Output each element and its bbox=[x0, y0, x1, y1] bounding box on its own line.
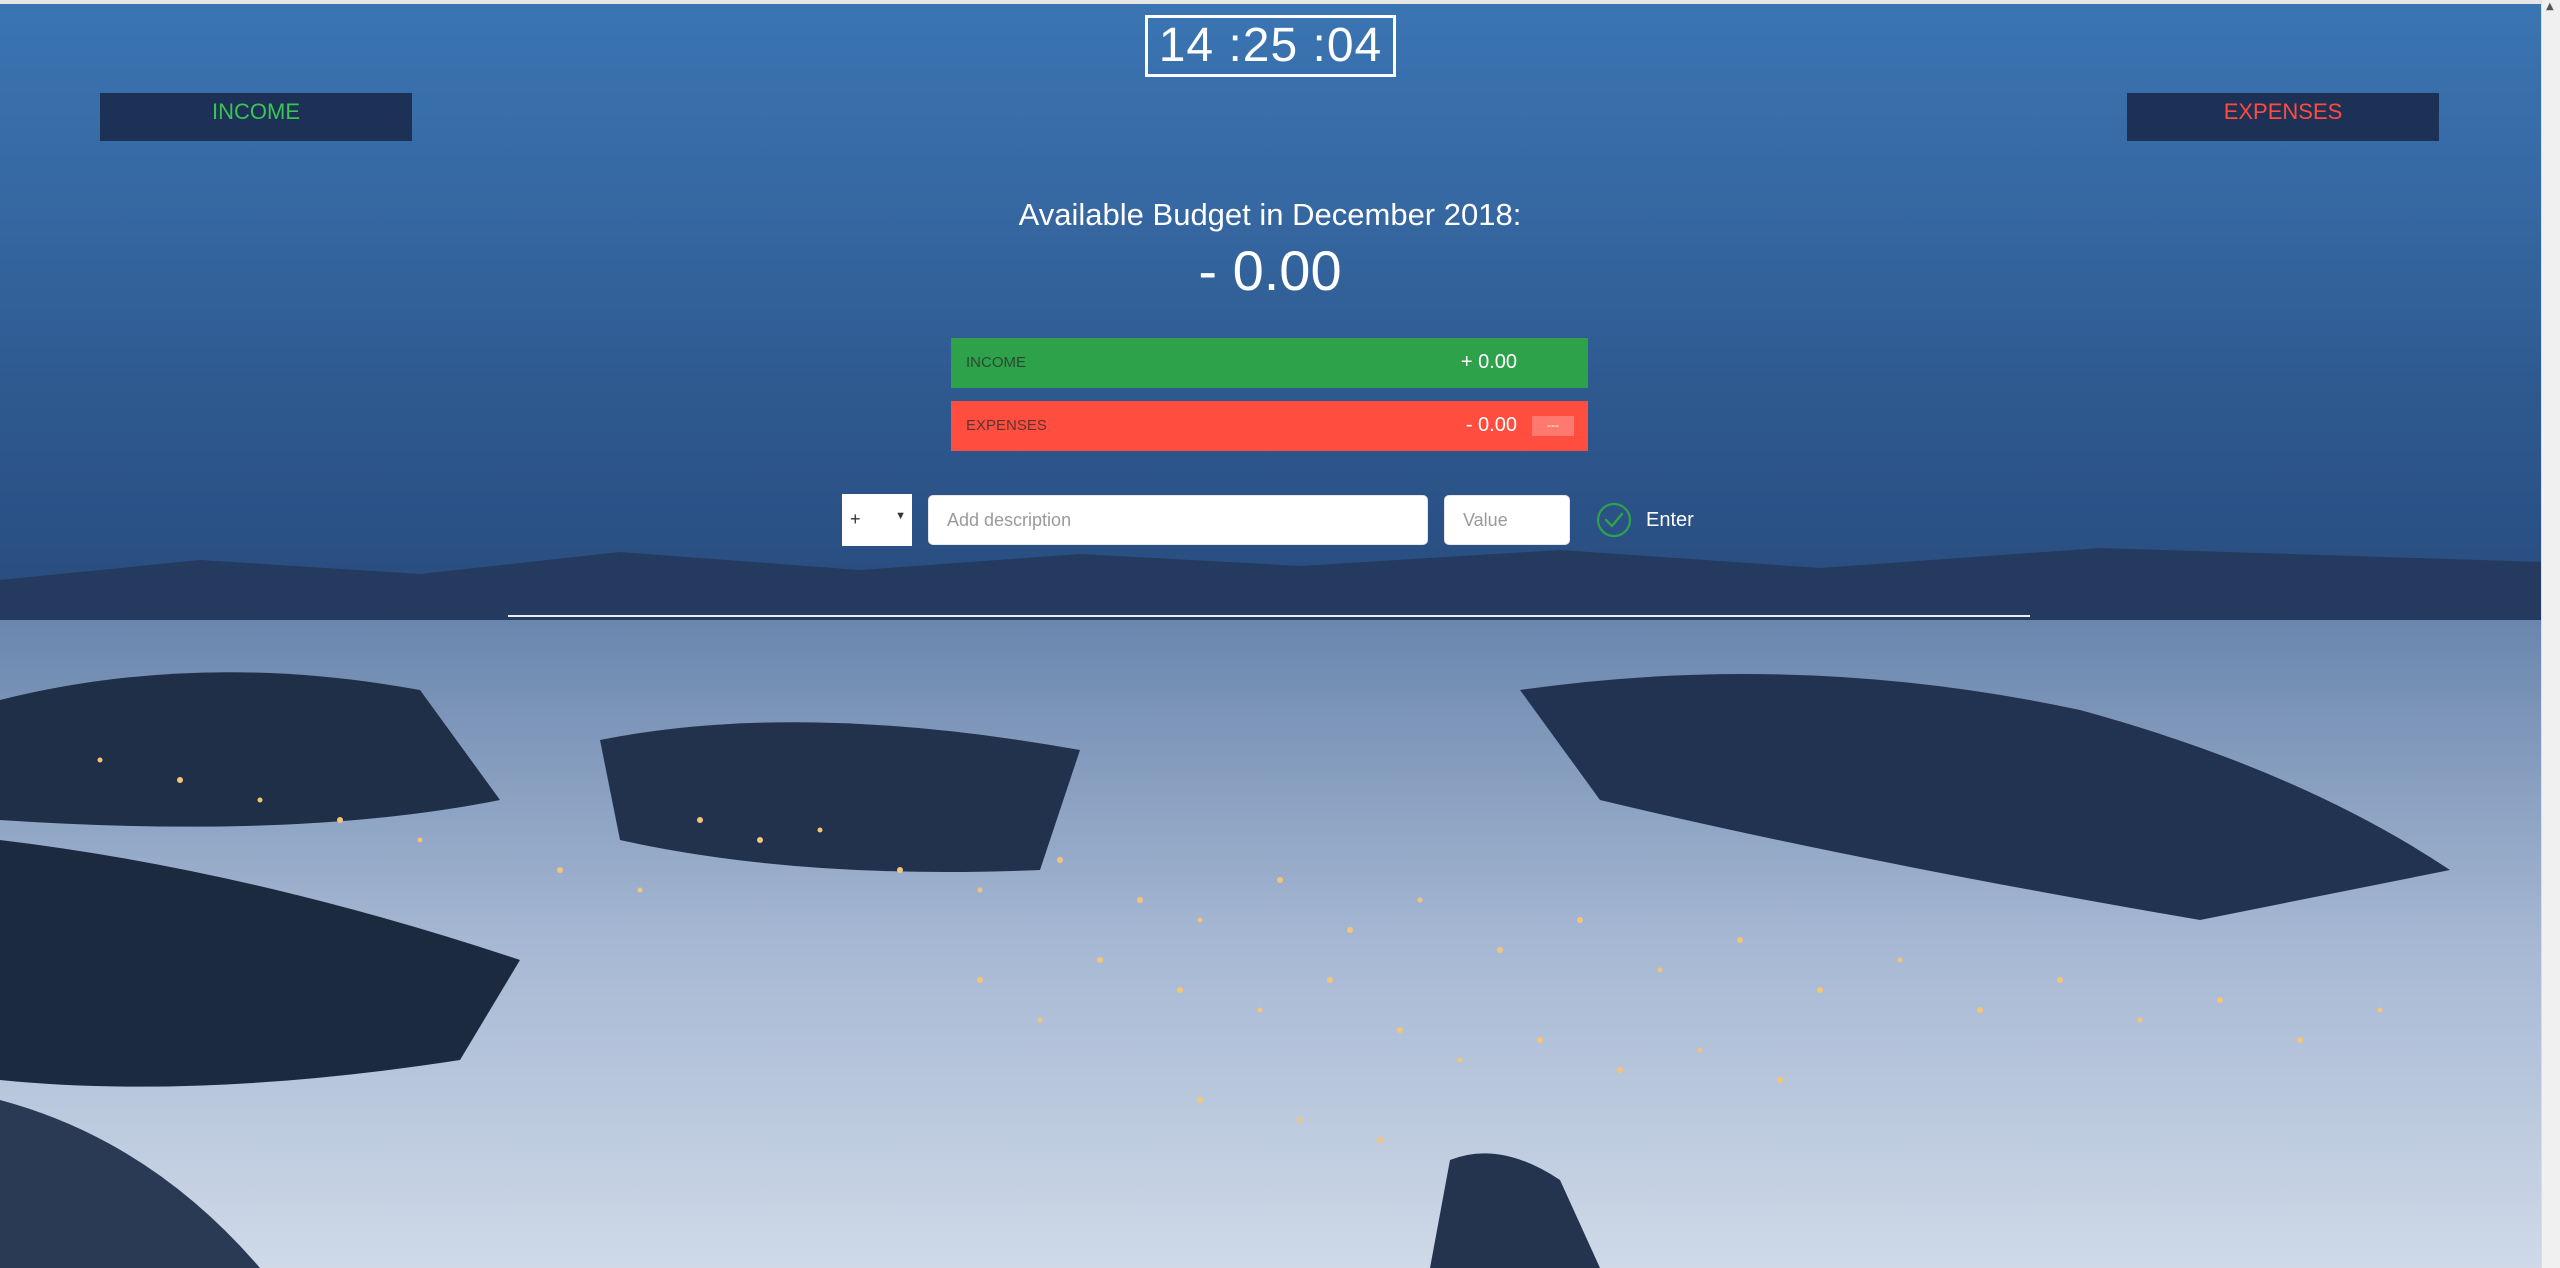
income-summary-bar: INCOME + 0.00 bbox=[951, 338, 1588, 388]
background-landscape-image bbox=[0, 548, 2542, 1268]
income-summary-value: + 0.00 bbox=[1460, 351, 1517, 373]
budget-title: Available Budget in December 2018: bbox=[1018, 197, 1522, 232]
expenses-summary-bar: EXPENSES - 0.00 --- bbox=[951, 401, 1588, 451]
enter-button[interactable]: Enter bbox=[1596, 498, 1694, 542]
income-summary-label: INCOME bbox=[966, 354, 1026, 371]
triangle-down-icon: ▼ bbox=[895, 510, 906, 522]
budget-value: - 0.00 bbox=[1198, 239, 1342, 302]
description-input[interactable] bbox=[928, 495, 1428, 545]
expenses-summary-label: EXPENSES bbox=[966, 417, 1047, 434]
clock-display: 14 :25 :04 bbox=[1145, 15, 1396, 77]
type-select[interactable]: + ▼ bbox=[842, 494, 912, 546]
expenses-percentage-badge: --- bbox=[1532, 416, 1574, 436]
type-select-value: + bbox=[850, 509, 861, 529]
section-divider bbox=[508, 615, 2030, 617]
value-input[interactable] bbox=[1444, 495, 1570, 545]
check-circle-icon bbox=[1596, 502, 1632, 538]
scroll-up-arrow-icon[interactable]: ▲ bbox=[2546, 2, 2556, 12]
income-nav-button[interactable]: INCOME bbox=[100, 93, 412, 141]
enter-button-label: Enter bbox=[1646, 508, 1694, 531]
window-scrollbar[interactable]: ▲ bbox=[2541, 0, 2560, 1268]
expenses-nav-button[interactable]: EXPENSES bbox=[2127, 93, 2439, 141]
expenses-summary-value: - 0.00 bbox=[1465, 414, 1517, 436]
window-top-edge bbox=[0, 0, 2560, 4]
